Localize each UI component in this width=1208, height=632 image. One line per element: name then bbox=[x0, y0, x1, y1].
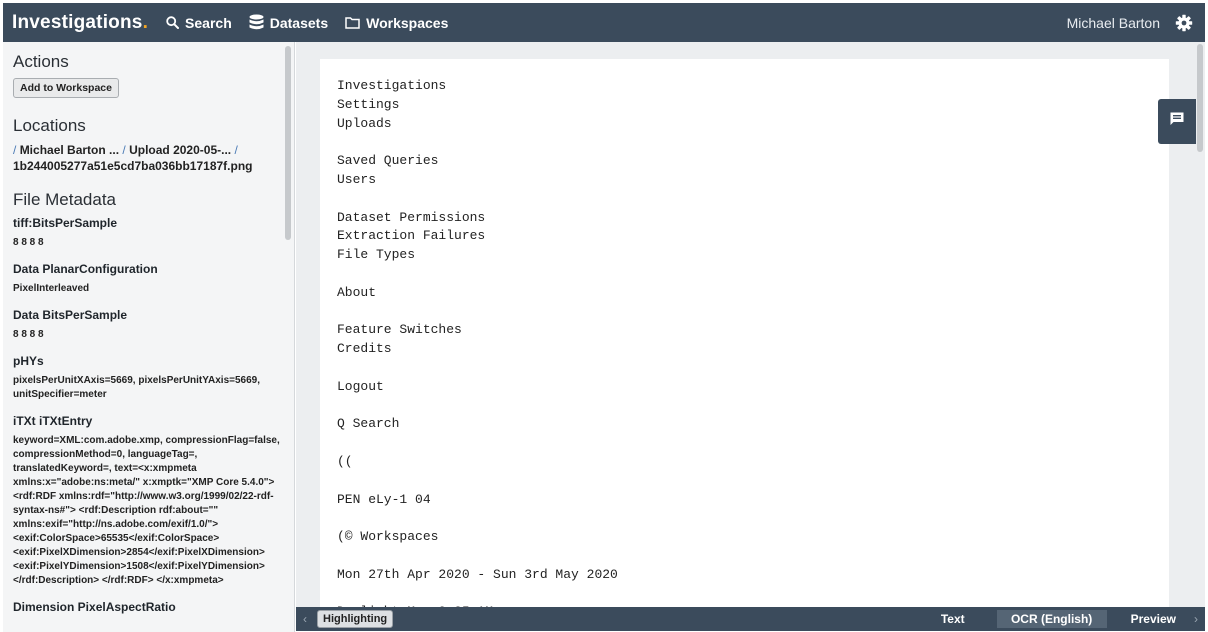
ocr-line: Dataset Permissions bbox=[337, 209, 486, 225]
ocr-line: Q Search bbox=[337, 416, 400, 432]
tab-preview[interactable]: Preview bbox=[1117, 610, 1190, 628]
ocr-line bbox=[337, 190, 1152, 209]
view-mode-bar: ‹ Highlighting Text OCR (English) Previe… bbox=[296, 607, 1205, 631]
breadcrumb-separator: / bbox=[122, 143, 126, 157]
nav-search-label: Search bbox=[185, 14, 232, 31]
metadata-value: 8 8 8 8 bbox=[13, 237, 44, 248]
ocr-line bbox=[337, 585, 1152, 604]
actions-heading: Actions bbox=[13, 52, 69, 71]
tab-text[interactable]: Text bbox=[927, 610, 979, 628]
nav-workspaces-link[interactable]: Workspaces bbox=[345, 15, 448, 31]
metadata-value: keyword=XML:com.adobe.xmp, compressionFl… bbox=[13, 435, 280, 586]
nav-datasets-link[interactable]: Datasets bbox=[249, 14, 328, 31]
document-viewer: Investigations Settings Uploads Saved Queri… bbox=[296, 42, 1205, 607]
metadata-value: pixelsPerUnitXAxis=5669, pixelsPerUnitYA… bbox=[13, 375, 260, 400]
breadcrumb-separator: / bbox=[13, 143, 17, 157]
next-arrow-icon[interactable]: › bbox=[1194, 612, 1198, 626]
breadcrumb-separator: / bbox=[234, 143, 238, 157]
ocr-text: Investigations Settings Uploads Saved Queri… bbox=[337, 77, 1152, 607]
metadata-key: iTXt iTXtEntry bbox=[13, 414, 93, 428]
search-icon bbox=[166, 16, 180, 29]
sidebar: Actions Add to Workspace Locations / Mic… bbox=[3, 42, 295, 632]
nav-datasets-label: Datasets bbox=[269, 14, 329, 31]
ocr-line: Settings bbox=[337, 96, 400, 112]
previous-arrow-icon[interactable]: ‹ bbox=[303, 612, 307, 626]
ocr-line: Credits bbox=[337, 341, 392, 357]
database-icon bbox=[249, 14, 264, 31]
viewer-scroll-track bbox=[1195, 42, 1205, 607]
nav-search-link[interactable]: Search bbox=[166, 15, 232, 31]
highlighting-button[interactable]: Highlighting bbox=[317, 610, 394, 628]
ocr-line: Investigations bbox=[337, 78, 447, 93]
top-nav-bar: Investigations. Search Datasets Workspac… bbox=[3, 3, 1205, 42]
metadata-key: tiff:BitsPerSample bbox=[13, 216, 118, 230]
ocr-line bbox=[337, 133, 1152, 152]
ocr-line: (( bbox=[337, 453, 353, 469]
sidebar-scrollbar[interactable] bbox=[285, 46, 291, 240]
ocr-line bbox=[337, 547, 1152, 566]
breadcrumb-item-upload[interactable]: Upload 2020-05-... bbox=[129, 143, 231, 157]
ocr-line: Extraction Failures bbox=[337, 228, 486, 244]
ocr-line bbox=[337, 509, 1152, 528]
comment-icon bbox=[1169, 111, 1185, 132]
ocr-line: Logout bbox=[337, 378, 384, 394]
ocr-line bbox=[337, 303, 1152, 322]
metadata-list: tiff:BitsPerSample 8 8 8 8 Data PlanarCo… bbox=[13, 216, 280, 614]
ocr-line: Feature Switches bbox=[337, 322, 462, 338]
ocr-line bbox=[337, 359, 1152, 378]
ocr-line: Users bbox=[337, 171, 377, 187]
viewer-scrollbar[interactable] bbox=[1197, 44, 1203, 152]
breadcrumb: / Michael Barton ... / Upload 2020-05-..… bbox=[13, 142, 280, 174]
ocr-line bbox=[337, 472, 1152, 491]
breadcrumb-item-user[interactable]: Michael Barton ... bbox=[20, 143, 119, 157]
metadata-key: Data BitsPerSample bbox=[13, 308, 128, 322]
ocr-line bbox=[337, 434, 1152, 453]
ocr-line bbox=[337, 397, 1152, 416]
nav-workspaces-label: Workspaces bbox=[366, 14, 449, 31]
ocr-line: (© Workspaces bbox=[337, 529, 439, 545]
breadcrumb-item-file[interactable]: 1b244005277a51e5cd7ba036bb17187f.png bbox=[13, 159, 253, 173]
ocr-line: Saved Queries bbox=[337, 153, 439, 169]
ocr-text-page: Investigations Settings Uploads Saved Queri… bbox=[320, 59, 1169, 607]
ocr-line bbox=[337, 265, 1152, 284]
file-metadata-heading: File Metadata bbox=[13, 190, 116, 209]
app-brand[interactable]: Investigations. bbox=[12, 12, 148, 34]
ocr-line: PEN eLy-1 04 bbox=[337, 491, 431, 507]
gear-icon[interactable] bbox=[1175, 14, 1193, 32]
ocr-line: Uploads bbox=[337, 115, 392, 131]
metadata-key: pHYs bbox=[13, 354, 44, 368]
metadata-key: Data PlanarConfiguration bbox=[13, 262, 158, 276]
add-to-workspace-button[interactable]: Add to Workspace bbox=[13, 78, 119, 98]
metadata-key: Dimension PixelAspectRatio bbox=[13, 600, 176, 614]
metadata-value: PixelInterleaved bbox=[13, 283, 90, 294]
folder-icon bbox=[345, 16, 360, 29]
tab-ocr-english[interactable]: OCR (English) bbox=[996, 610, 1107, 628]
locations-heading: Locations bbox=[13, 116, 86, 135]
user-name[interactable]: Michael Barton bbox=[1067, 15, 1160, 31]
ocr-line: Mon 27th Apr 2020 - Sun 3rd May 2020 bbox=[337, 566, 618, 582]
ocr-line: File Types bbox=[337, 247, 416, 263]
comments-button[interactable] bbox=[1158, 99, 1196, 144]
metadata-value: 8 8 8 8 bbox=[13, 329, 44, 340]
ocr-line: About bbox=[337, 284, 377, 300]
